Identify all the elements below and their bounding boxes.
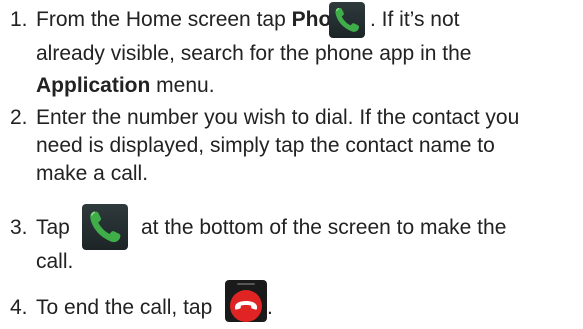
step-text: From the Home screen tap [36, 8, 292, 31]
step-number: 4. [10, 296, 28, 319]
end-call-icon [225, 280, 267, 322]
phone-icon [329, 2, 365, 38]
step-4-line-1: To end the call, tap [36, 296, 213, 319]
step-3-line-2: call. [36, 250, 74, 273]
step-number: 3. [10, 216, 28, 239]
step-4: 4. To end the call, tap . [10, 280, 580, 324]
step-1-line-1: From the Home screen tap Phone [36, 6, 356, 34]
instructions-document: 1. From the Home screen tap Phone . If i… [0, 0, 583, 329]
step-3-tap: Tap [36, 216, 70, 239]
step-number: 1. [10, 8, 28, 31]
step-1-line-2: already visible, search for the phone ap… [36, 42, 472, 65]
step-2-line-2: need is displayed, simply tap the contac… [36, 134, 495, 157]
step-1-line-1-end: . If it’s not [370, 8, 460, 31]
step-1-line-3: Application menu. [36, 72, 215, 100]
step-number: 2. [10, 106, 28, 129]
step-2-line-3: make a call. [36, 162, 149, 185]
phone-icon [82, 204, 128, 250]
step-1: 1. From the Home screen tap Phone . If i… [10, 2, 580, 102]
step-text: menu. [150, 74, 215, 97]
step-2-line-1: Enter the number you wish to dial. If th… [36, 106, 520, 129]
step-4-period: . [267, 296, 273, 319]
application-menu-label: Application [36, 74, 151, 97]
step-3: 3. Tap at the bottom of the screen to ma… [10, 204, 580, 274]
step-3-line-1-end: at the bottom of the screen to make the [141, 216, 507, 239]
step-2: 2. Enter the number you wish to dial. If… [10, 104, 580, 194]
